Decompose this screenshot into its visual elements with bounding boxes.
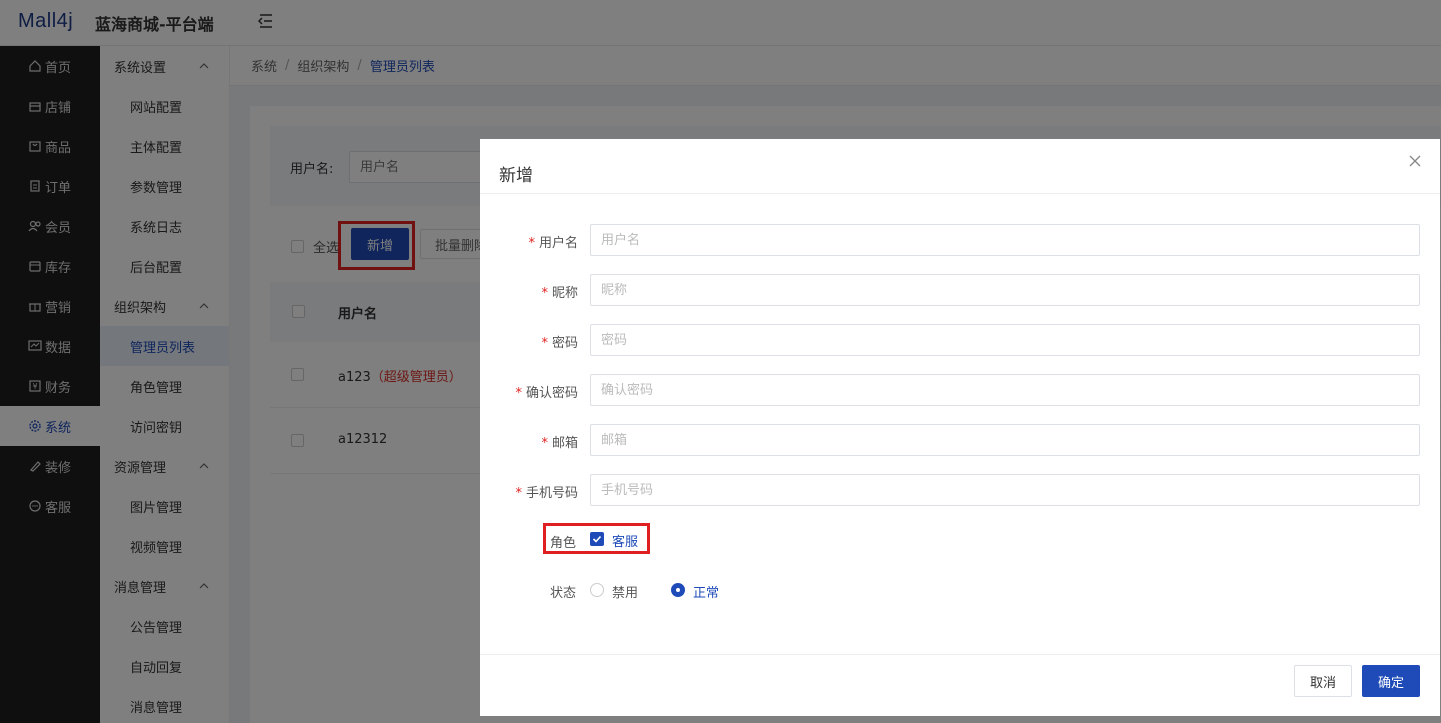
- required-mark: *: [541, 286, 548, 301]
- field-label: * 用户名: [528, 236, 578, 251]
- email-field[interactable]: [590, 424, 1420, 456]
- field-label: * 邮箱: [541, 436, 578, 451]
- required-mark: *: [541, 436, 548, 451]
- status-normal-radio[interactable]: [671, 583, 685, 597]
- divider: [480, 654, 1440, 655]
- confirm-button[interactable]: 确定: [1362, 665, 1420, 697]
- form-row-username: * 用户名: [480, 224, 1440, 256]
- username-field[interactable]: [590, 224, 1420, 256]
- form-row-phone: * 手机号码: [480, 474, 1440, 506]
- status-disabled-radio[interactable]: [590, 583, 604, 597]
- field-label: * 昵称: [541, 286, 578, 301]
- cancel-button[interactable]: 取消: [1294, 665, 1352, 697]
- role-label: 角色: [550, 536, 577, 551]
- nickname-field[interactable]: [590, 274, 1420, 306]
- form-row-email: * 邮箱: [480, 424, 1440, 456]
- confirm-password-field[interactable]: [590, 374, 1420, 406]
- form-row-nickname: * 昵称: [480, 274, 1440, 306]
- required-mark: *: [528, 236, 535, 251]
- status-disabled-label[interactable]: 禁用: [612, 582, 638, 601]
- required-mark: *: [515, 486, 522, 501]
- password-field[interactable]: [590, 324, 1420, 356]
- close-icon[interactable]: [1408, 154, 1422, 168]
- form-row-password: * 密码: [480, 324, 1440, 356]
- phone-field[interactable]: [590, 474, 1420, 506]
- check-icon: [592, 535, 602, 543]
- field-label: * 密码: [541, 336, 578, 351]
- required-mark: *: [515, 386, 522, 401]
- role-option-label[interactable]: 客服: [612, 531, 638, 550]
- field-label: * 手机号码: [515, 486, 578, 501]
- role-checkbox[interactable]: [590, 532, 604, 546]
- divider: [480, 193, 1440, 194]
- field-label: * 确认密码: [515, 386, 578, 401]
- status-label: 状态: [550, 586, 577, 601]
- add-admin-dialog: 新增 *用户名 *昵称 *密码 *确认密码 *邮箱 *手机号码 角色 客服 状态…: [480, 139, 1440, 716]
- status-normal-label[interactable]: 正常: [693, 582, 719, 601]
- required-mark: *: [541, 336, 548, 351]
- form-row-confirm-password: * 确认密码: [480, 374, 1440, 406]
- dialog-title: 新增: [499, 166, 533, 186]
